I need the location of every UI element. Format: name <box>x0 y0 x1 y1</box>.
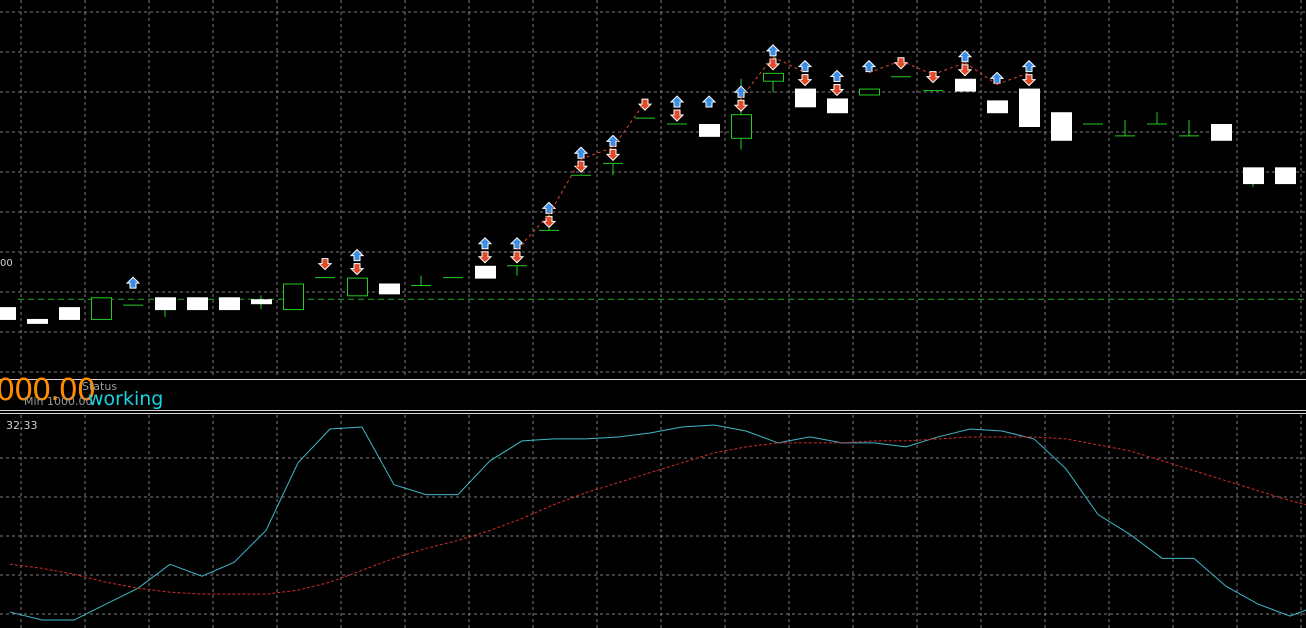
sell-arrow-icon <box>669 109 685 122</box>
buy-arrow-icon <box>797 59 813 73</box>
sell-arrow-icon <box>349 263 365 276</box>
indicator-lines <box>9 424 1306 621</box>
candle-bear <box>827 98 848 114</box>
sell-arrow-icon <box>893 57 909 70</box>
candle-bear <box>475 265 496 279</box>
candle-bull <box>763 72 784 82</box>
indicator-slow-line <box>9 436 1306 595</box>
indicator-fast-line <box>9 424 1306 621</box>
candle-bull <box>731 114 752 139</box>
candle-bear <box>251 299 272 305</box>
buy-arrow-icon <box>573 146 589 159</box>
candle-bear <box>795 88 816 108</box>
buy-arrow-icon <box>509 237 525 250</box>
candle-bear <box>1019 88 1040 127</box>
buy-arrow-icon <box>733 85 749 98</box>
signal-connector <box>516 214 550 251</box>
candle-bear <box>987 100 1008 114</box>
buy-arrow-icon <box>829 69 845 82</box>
candle-bear <box>1275 167 1296 185</box>
candle-bear <box>1051 112 1072 141</box>
sell-arrow-icon <box>605 148 621 162</box>
buy-arrow-icon <box>477 237 493 250</box>
buy-arrow-icon <box>765 44 781 57</box>
chart-grid <box>0 0 1306 628</box>
sell-arrow-icon <box>541 215 557 229</box>
candle-bear <box>0 307 16 320</box>
candle-bear <box>219 297 240 311</box>
panel-separators <box>0 379 1306 414</box>
sell-arrow-icon <box>477 251 493 264</box>
status-value: working <box>88 388 164 410</box>
candle-bear <box>187 297 208 311</box>
candlestick-series <box>0 72 1296 324</box>
buy-arrow-icon <box>125 276 141 289</box>
price-chart <box>0 0 1306 628</box>
reference-level-label: 00 <box>0 258 13 269</box>
candle-bear <box>379 283 400 295</box>
signal-connector <box>612 101 646 148</box>
sell-arrow-icon <box>509 251 525 264</box>
min-label: Min 1000.00 <box>24 395 93 408</box>
sell-arrow-icon <box>797 74 813 87</box>
candle-bear <box>1211 124 1232 141</box>
signal-arrows <box>125 44 1037 289</box>
sell-arrow-icon <box>317 258 333 271</box>
buy-arrow-icon <box>989 71 1005 84</box>
buy-arrow-icon <box>861 59 877 73</box>
candle-bear <box>699 124 720 137</box>
buy-arrow-icon <box>669 95 685 108</box>
buy-arrow-icon <box>1021 59 1037 73</box>
candle-bull <box>91 297 112 320</box>
sell-arrow-icon <box>1021 74 1037 87</box>
candle-bear <box>1243 167 1264 185</box>
signal-connector <box>548 158 582 215</box>
candle-bear <box>955 78 976 92</box>
sell-arrow-icon <box>765 58 781 71</box>
buy-arrow-icon <box>349 248 365 262</box>
sell-arrow-icon <box>957 64 973 77</box>
sell-arrow-icon <box>637 98 653 111</box>
indicator-value-label: 32.33 <box>6 419 38 432</box>
candle-bull <box>283 283 304 311</box>
candle-bear <box>155 297 176 311</box>
candle-bear <box>59 307 80 320</box>
buy-arrow-icon <box>701 95 717 108</box>
candle-bull <box>347 277 368 297</box>
candle-bull <box>859 88 880 96</box>
signal-connector <box>932 62 966 76</box>
sell-arrow-icon <box>829 83 845 97</box>
sell-arrow-icon <box>733 99 749 112</box>
candle-bear <box>27 318 48 324</box>
